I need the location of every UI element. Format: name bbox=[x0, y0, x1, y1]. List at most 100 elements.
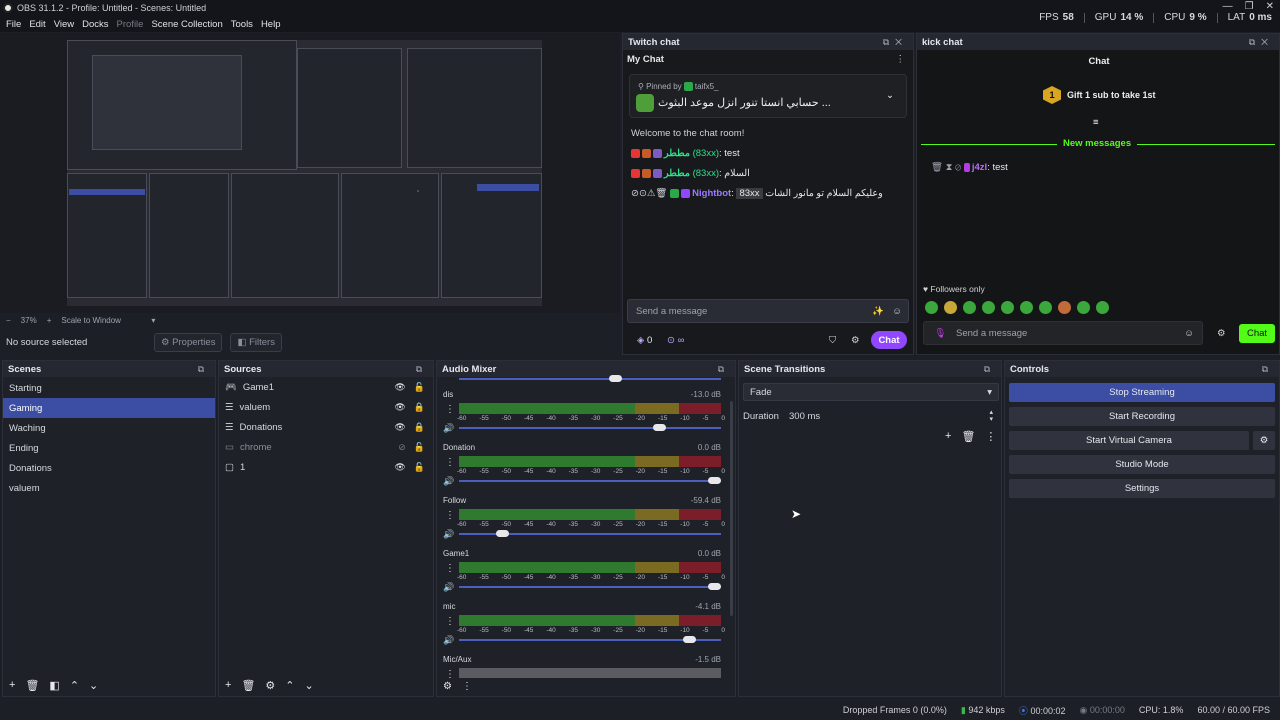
new-messages-divider[interactable]: New messages bbox=[1057, 138, 1138, 149]
studio-mode-button[interactable]: Studio Mode bbox=[1009, 455, 1275, 474]
start-recording-button[interactable]: Start Recording bbox=[1009, 407, 1275, 426]
virtual-camera-settings-icon[interactable]: ⚙ bbox=[1253, 431, 1275, 450]
float-icon[interactable]: ⧉ bbox=[416, 364, 428, 375]
mixer-scrollbar[interactable] bbox=[730, 401, 733, 616]
menu-help[interactable]: Help bbox=[257, 19, 285, 30]
microphone-icon[interactable]: 🎙 bbox=[934, 328, 946, 339]
remove-source-button[interactable]: 🗑 bbox=[241, 679, 255, 692]
volume-slider[interactable] bbox=[459, 424, 721, 431]
scene-filters-icon[interactable]: ◧ bbox=[49, 679, 59, 692]
lock-icon[interactable]: 🔓 bbox=[414, 462, 425, 473]
float-icon[interactable]: ⧉ bbox=[1249, 37, 1261, 47]
move-up-icon[interactable]: ⌃ bbox=[285, 679, 294, 692]
channel-menu-icon[interactable]: ⋮ bbox=[445, 457, 455, 468]
settings-button[interactable]: Settings bbox=[1009, 479, 1275, 498]
chevron-down-icon[interactable]: ⌄ bbox=[886, 90, 894, 101]
speaker-icon[interactable]: 🔊 bbox=[443, 635, 454, 646]
float-icon[interactable]: ⧉ bbox=[883, 37, 895, 47]
emoji-icon[interactable]: ☺ bbox=[892, 306, 902, 317]
emote-effects-icon[interactable]: ✨ bbox=[872, 306, 884, 317]
kick-send-input[interactable]: 🎙 Send a message ☺ bbox=[923, 321, 1203, 345]
preview-area[interactable] bbox=[0, 33, 620, 313]
menu-view[interactable]: View bbox=[50, 19, 78, 30]
source-item[interactable]: 🎮 Game1 👁 🔓 bbox=[219, 377, 433, 397]
emote-icon[interactable] bbox=[1039, 301, 1052, 314]
source-item[interactable]: ▢ 1 👁 🔓 bbox=[219, 457, 433, 477]
emote-icon[interactable] bbox=[1020, 301, 1033, 314]
eye-hidden-icon[interactable]: ⊘ bbox=[398, 442, 406, 453]
mod-tools-icon[interactable]: ⊘⊙⚠🗑 bbox=[631, 188, 668, 199]
chevron-down-icon[interactable]: ▾ bbox=[151, 316, 155, 325]
speaker-icon[interactable]: 🔊 bbox=[443, 476, 454, 487]
source-item[interactable]: ☰ Donations 👁 🔒 bbox=[219, 417, 433, 437]
transition-select[interactable]: Fade ▾ bbox=[743, 383, 999, 401]
kick-username[interactable]: j4zl bbox=[972, 162, 987, 173]
scene-item-donations[interactable]: Donations bbox=[3, 458, 215, 478]
lock-icon[interactable]: 🔒 bbox=[414, 422, 425, 433]
emote-icon[interactable] bbox=[1001, 301, 1014, 314]
source-settings-icon[interactable]: ⚙ bbox=[265, 679, 275, 692]
minimize-button[interactable]: — bbox=[1223, 1, 1233, 12]
source-item[interactable]: ☰ valuem 👁 🔒 bbox=[219, 397, 433, 417]
close-icon[interactable]: ✕ bbox=[1261, 37, 1274, 47]
emote-icon[interactable] bbox=[925, 301, 938, 314]
lock-icon[interactable]: 🔒 bbox=[414, 402, 425, 413]
menu-scene-collection[interactable]: Scene Collection bbox=[147, 19, 226, 30]
menu-profile[interactable]: Profile bbox=[113, 19, 148, 30]
settings-gear-icon[interactable]: ⚙ bbox=[1217, 328, 1226, 339]
start-virtual-camera-button[interactable]: Start Virtual Camera bbox=[1009, 431, 1249, 450]
chat-username[interactable]: Nightbot bbox=[692, 188, 731, 199]
menu-file[interactable]: File bbox=[2, 19, 25, 30]
volume-slider-knob[interactable] bbox=[708, 583, 721, 590]
emote-icon[interactable] bbox=[1096, 301, 1109, 314]
volume-slider[interactable] bbox=[459, 530, 721, 537]
scene-item-ending[interactable]: Ending bbox=[3, 438, 215, 458]
eye-icon[interactable]: 👁 bbox=[394, 402, 405, 413]
float-icon[interactable]: ⧉ bbox=[1262, 364, 1274, 375]
maximize-button[interactable]: ❐ bbox=[1245, 1, 1254, 12]
volume-slider-knob[interactable] bbox=[708, 477, 721, 484]
close-icon[interactable]: ✕ bbox=[895, 37, 908, 47]
emoji-icon[interactable]: ☺ bbox=[1184, 328, 1194, 339]
hype-icon[interactable]: ⊙ ∞ bbox=[667, 335, 684, 346]
lock-icon[interactable]: 🔓 bbox=[414, 382, 425, 393]
float-icon[interactable]: ⧉ bbox=[718, 364, 730, 375]
scene-item-gaming[interactable]: Gaming bbox=[3, 398, 215, 418]
preview-canvas[interactable] bbox=[67, 40, 542, 306]
chat-username[interactable]: مططر bbox=[664, 168, 690, 179]
eye-icon[interactable]: 👁 bbox=[394, 382, 405, 393]
scale-mode-select[interactable]: Scale to Window bbox=[61, 316, 141, 325]
add-scene-button[interactable]: + bbox=[9, 679, 15, 692]
channel-menu-icon[interactable]: ⋮ bbox=[445, 669, 455, 678]
collapse-icon[interactable]: ≡ bbox=[1093, 117, 1099, 128]
remove-transition-button[interactable]: 🗑 bbox=[961, 430, 975, 443]
scene-item-waching[interactable]: Waching bbox=[3, 418, 215, 438]
zoom-out-button[interactable]: − bbox=[6, 316, 11, 325]
volume-slider[interactable] bbox=[459, 636, 721, 643]
zoom-in-button[interactable]: + bbox=[47, 316, 52, 325]
more-vertical-icon[interactable]: ⋮ bbox=[462, 681, 472, 692]
close-window-button[interactable]: ✕ bbox=[1266, 1, 1274, 12]
volume-slider-knob[interactable] bbox=[683, 636, 697, 643]
twitch-send-input[interactable]: Send a message ✨ ☺ bbox=[627, 299, 909, 323]
pinned-message[interactable]: ⚲ Pinned by taifx5_ حسابي انستا تنور انز… bbox=[629, 74, 907, 118]
duration-input[interactable]: 300 ms ▴ ▾ bbox=[783, 407, 999, 425]
move-down-icon[interactable]: ⌄ bbox=[305, 679, 314, 692]
emote-icon[interactable] bbox=[982, 301, 995, 314]
lock-icon[interactable]: 🔓 bbox=[414, 442, 425, 453]
emote-icon[interactable] bbox=[1077, 301, 1090, 314]
kick-chat-button[interactable]: Chat bbox=[1239, 324, 1275, 343]
menu-tools[interactable]: Tools bbox=[227, 19, 257, 30]
scene-item-valuem[interactable]: valuem bbox=[3, 478, 215, 498]
more-vertical-icon[interactable]: ⋮ bbox=[985, 430, 996, 443]
shield-icon[interactable]: ⛉ bbox=[829, 335, 836, 346]
stop-streaming-button[interactable]: Stop Streaming bbox=[1009, 383, 1275, 402]
scene-item-starting[interactable]: Starting bbox=[3, 378, 215, 398]
speaker-icon[interactable]: 🔊 bbox=[443, 423, 454, 434]
float-icon[interactable]: ⧉ bbox=[984, 364, 996, 375]
channel-menu-icon[interactable]: ⋮ bbox=[445, 510, 455, 521]
move-up-icon[interactable]: ⌃ bbox=[70, 679, 79, 692]
add-source-button[interactable]: + bbox=[225, 679, 231, 692]
emote-icon[interactable] bbox=[1058, 301, 1071, 314]
gift-banner[interactable]: 1 Gift 1 sub to take 1st bbox=[1043, 86, 1156, 104]
